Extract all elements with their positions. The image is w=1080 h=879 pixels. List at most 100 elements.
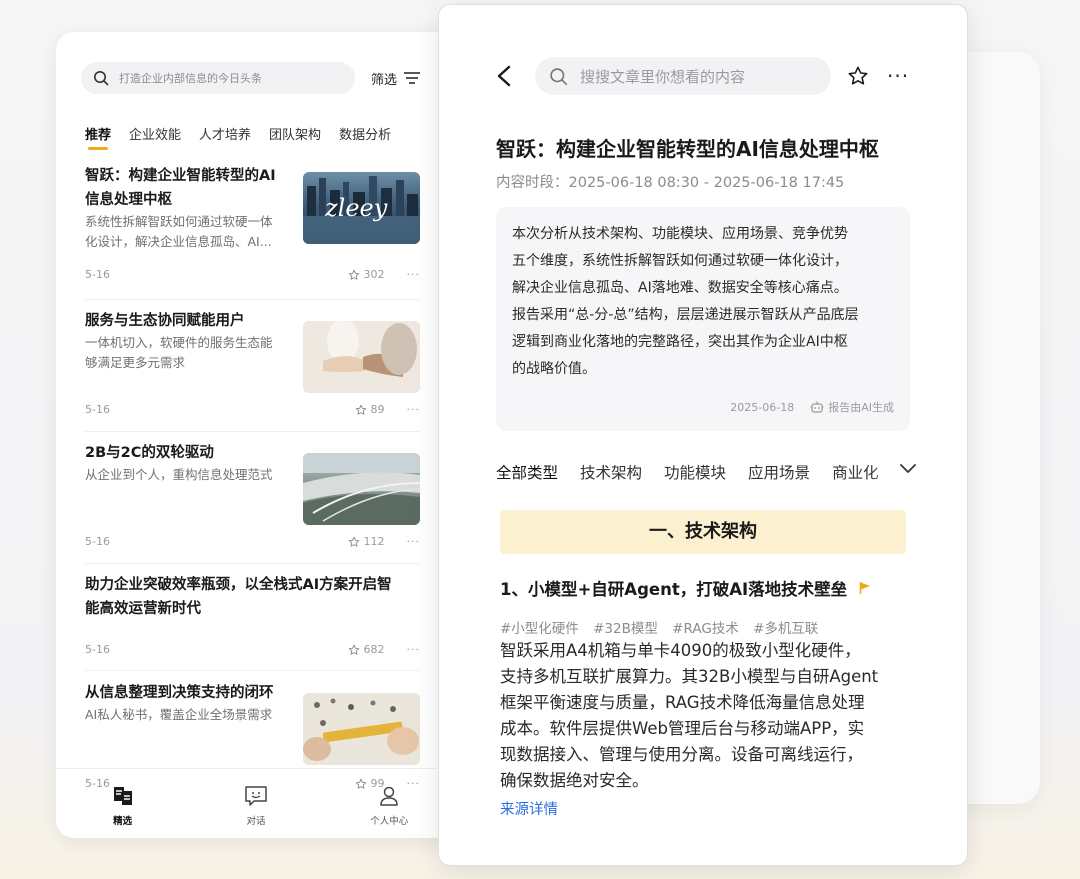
article-desc: 从企业到个人，重构信息处理范式 — [85, 467, 273, 482]
tag[interactable]: #32B模型 — [593, 621, 658, 637]
section-heading: 一、技术架构 — [500, 510, 906, 554]
body-line: 确保数据绝对安全。 — [500, 771, 649, 790]
article-search-input[interactable]: 搜搜文章里你想看的内容 — [535, 57, 831, 95]
ai-generated-label: 报告由AI生成 — [828, 401, 894, 414]
article-desc: 系统性拆解智跃如何通过软硬一体 — [85, 214, 273, 229]
tab-featured[interactable]: 精选 — [83, 785, 163, 827]
tag[interactable]: #小型化硬件 — [500, 621, 579, 637]
feed-search-placeholder: 打造企业内部信息的今日头条 — [119, 72, 262, 85]
article-thumbnail — [303, 453, 420, 525]
star-icon — [348, 536, 359, 547]
article-title: 2B与2C的双轮驱动 — [85, 445, 214, 461]
body-line: 智跃采用A4机箱与单卡4090的极致小型化硬件， — [500, 641, 861, 660]
star-count: 112 — [363, 535, 385, 548]
favorite-button[interactable]: 682 — [348, 643, 385, 656]
article-title: 智跃：构建企业智能转型的AI — [85, 168, 276, 184]
article-title-cont: 信息处理中枢 — [85, 192, 172, 208]
tab-talent[interactable]: 人才培养 — [199, 124, 251, 143]
article-title: 助力企业突破效率瓶颈，以全栈式AI方案开启智 — [85, 577, 392, 593]
star-count: 302 — [363, 268, 385, 281]
more-options-icon[interactable]: ··· — [407, 643, 421, 656]
favorite-button[interactable]: 112 — [348, 535, 385, 548]
more-options-icon[interactable]: ··· — [407, 535, 421, 548]
body-line: 框架平衡速度与质量，RAG技术降低海量信息处理 — [500, 693, 865, 712]
article-title: 从信息整理到决策支持的闭环 — [85, 685, 274, 701]
article-desc-cont: 够满足更多元需求 — [85, 355, 186, 370]
tab-profile-label: 个人中心 — [370, 815, 409, 827]
article-title: 智跃：构建企业智能转型的AI信息处理中枢 — [496, 137, 879, 161]
tab-chat[interactable]: 对话 — [216, 785, 296, 827]
tab-efficiency[interactable]: 企业效能 — [129, 124, 181, 143]
tab-recommend[interactable]: 推荐 — [85, 124, 111, 150]
article-title: 服务与生态协同赋能用户 — [85, 313, 245, 329]
chat-icon — [245, 785, 267, 806]
article-desc: 一体机切入，软硬件的服务生态能 — [85, 335, 273, 350]
article-title-cont: 能高效运营新时代 — [85, 601, 201, 617]
section-type-tabs: 全部类型 技术架构 功能模块 应用场景 商业化 — [496, 461, 916, 483]
article-date: 5-16 — [85, 643, 110, 656]
robot-icon — [810, 401, 824, 413]
source-details-link[interactable]: 来源详情 — [500, 798, 558, 819]
subsection-heading: 1、小模型+自研Agent，打破AI落地技术壁垒 — [500, 580, 848, 599]
summary-text: 五个维度，系统性拆解智跃如何通过软硬一体化设计， — [512, 253, 848, 269]
summary-text: 本次分析从技术架构、功能模块、应用场景、竞争优势 — [512, 226, 848, 242]
tab-function-modules[interactable]: 功能模块 — [664, 461, 726, 483]
bookmark-star-icon[interactable] — [847, 65, 869, 87]
more-options-icon[interactable]: ··· — [407, 403, 421, 416]
tab-data-analysis[interactable]: 数据分析 — [339, 124, 391, 143]
article-thumbnail — [303, 321, 420, 393]
tag[interactable]: #多机互联 — [753, 621, 818, 637]
favorite-button[interactable]: 89 — [355, 403, 385, 416]
detail-top-bar: 搜搜文章里你想看的内容 ··· — [495, 57, 917, 95]
article-date: 5-16 — [85, 403, 110, 416]
search-icon — [94, 71, 109, 86]
tab-use-cases[interactable]: 应用场景 — [748, 461, 810, 483]
tag[interactable]: #RAG技术 — [672, 621, 739, 637]
body-line: 成本。软件层提供Web管理后台与移动端APP，实 — [500, 719, 865, 738]
body-line: 现数据接入、管理与使用分离。设备可离线运行， — [500, 745, 863, 764]
tab-tech-architecture[interactable]: 技术架构 — [580, 461, 642, 483]
more-options-icon[interactable]: ··· — [407, 268, 421, 281]
article-thumbnail: zleey — [303, 172, 420, 244]
list-item[interactable]: 2B与2C的双轮驱动 从企业到个人，重构信息处理范式 5-16 112 ··· — [85, 441, 420, 564]
tab-all-types[interactable]: 全部类型 — [496, 461, 558, 483]
flag-icon[interactable] — [859, 581, 871, 595]
thumbnail-logo-text: zleey — [325, 194, 388, 222]
summary-text: 解决企业信息孤岛、AI落地难、数据安全等核心痛点。 — [512, 280, 848, 296]
filter-label: 筛选 — [371, 72, 398, 88]
summary-text: 报告采用“总-分-总”结构，层层递进展示智跃从产品底层 — [512, 307, 859, 323]
summary-card: 本次分析从技术架构、功能模块、应用场景、竞争优势 五个维度，系统性拆解智跃如何通… — [496, 207, 910, 431]
featured-icon — [113, 786, 132, 805]
chevron-down-icon[interactable] — [899, 462, 917, 476]
user-icon — [380, 786, 399, 806]
more-options-icon[interactable]: ··· — [887, 66, 909, 86]
article-detail-screen: 搜搜文章里你想看的内容 ··· 智跃：构建企业智能转型的AI信息处理中枢 内容时… — [438, 4, 968, 866]
summary-date: 2025-06-18 — [730, 400, 795, 414]
article-thumbnail — [303, 693, 420, 765]
feed-search-input[interactable]: 打造企业内部信息的今日头条 — [81, 62, 355, 94]
list-item[interactable]: 服务与生态协同赋能用户 一体机切入，软硬件的服务生态能 够满足更多元需求 5-1… — [85, 309, 420, 432]
star-count: 682 — [363, 643, 385, 656]
list-item[interactable]: 助力企业突破效率瓶颈，以全栈式AI方案开启智 能高效运营新时代 5-16 682… — [85, 573, 420, 671]
article-date: 5-16 — [85, 535, 110, 548]
tab-chat-label: 对话 — [246, 815, 266, 827]
summary-footer: 2025-06-18 报告由AI生成 — [730, 399, 894, 415]
star-count: 89 — [370, 403, 385, 416]
summary-text: 的战略价值。 — [512, 361, 596, 377]
content-period: 内容时段：2025-06-18 08:30 - 2025-06-18 17:45 — [496, 175, 845, 191]
bottom-tab-bar: 精选 对话 个人中心 — [56, 768, 456, 838]
list-item[interactable]: 智跃：构建企业智能转型的AI 信息处理中枢 系统性拆解智跃如何通过软硬一体 化设… — [85, 164, 420, 300]
ai-generated-badge: 报告由AI生成 — [810, 399, 894, 415]
star-icon — [348, 644, 359, 655]
article-desc-cont: 化设计，解决企业信息孤岛、AI... — [85, 234, 272, 249]
feed-screen: 打造企业内部信息的今日头条 筛选 推荐 企业效能 人才培养 团队架构 数据分析 … — [56, 32, 456, 838]
tab-team[interactable]: 团队架构 — [269, 124, 321, 143]
back-arrow-icon[interactable] — [495, 65, 513, 87]
filter-icon — [404, 72, 421, 84]
filter-button[interactable]: 筛选 — [371, 69, 421, 88]
article-desc: AI私人秘书，覆盖企业全场景需求 — [85, 707, 273, 722]
favorite-button[interactable]: 302 — [348, 268, 385, 281]
tab-profile[interactable]: 个人中心 — [349, 785, 429, 827]
body-line: 支持多机互联扩展算力。其32B小模型与自研Agent — [500, 667, 879, 686]
subsection-heading-row: 1、小模型+自研Agent，打破AI落地技术壁垒 — [500, 576, 871, 600]
